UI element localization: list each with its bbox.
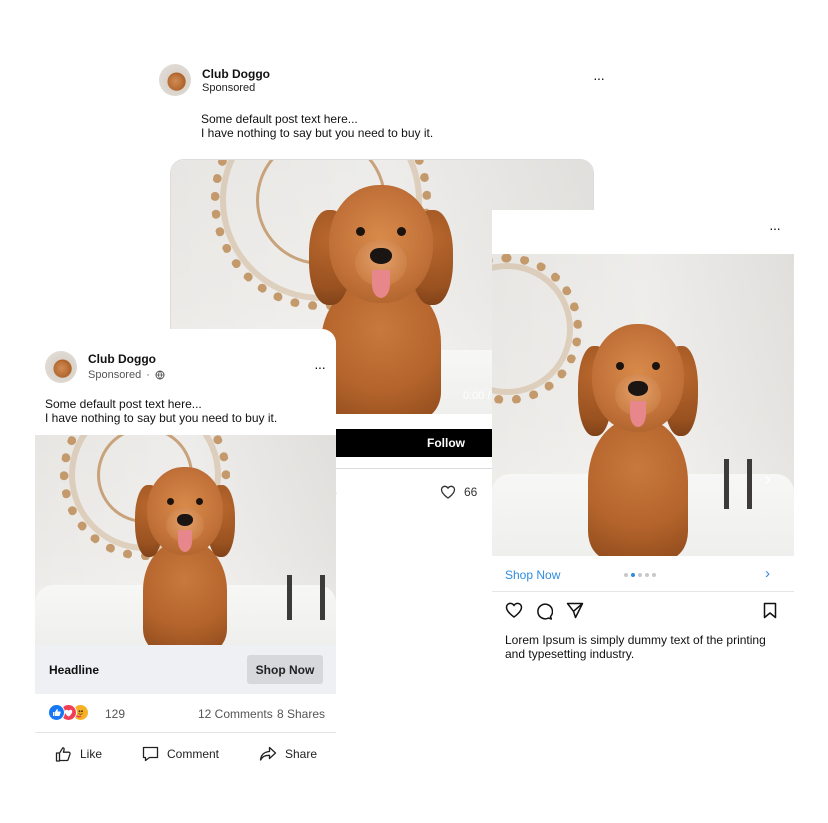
- carousel-dot: [645, 573, 649, 577]
- post-caption: Lorem Ipsum is simply dummy text of the …: [505, 633, 766, 661]
- share-arrow-icon: [259, 746, 277, 761]
- shop-now-link[interactable]: Shop Now: [505, 568, 560, 582]
- send-icon[interactable]: [566, 602, 584, 624]
- share-label: Share: [285, 747, 318, 761]
- share-button[interactable]: Share: [259, 746, 317, 762]
- carousel-dot-active: [631, 573, 635, 577]
- comment-button[interactable]: Comment: [142, 746, 219, 762]
- likes-count: 66: [464, 485, 478, 499]
- headline: Headline: [49, 663, 100, 677]
- sponsored-label: Sponsored: [202, 82, 256, 94]
- like-reaction-icon: [48, 704, 65, 721]
- more-options-icon[interactable]: ···: [769, 220, 781, 236]
- globe-icon: [155, 370, 165, 380]
- dog-image[interactable]: [35, 435, 336, 645]
- likes-stat[interactable]: 66: [440, 485, 477, 499]
- heart-icon[interactable]: [440, 485, 456, 499]
- more-options-icon[interactable]: ···: [314, 359, 326, 375]
- carousel-dot: [638, 573, 642, 577]
- post-actions: [505, 602, 785, 620]
- bookmark-icon[interactable]: [763, 602, 777, 624]
- sponsored-label: Sponsored: [88, 369, 142, 381]
- chevron-right-icon[interactable]: ›: [765, 565, 770, 582]
- account-avatar[interactable]: [159, 64, 191, 96]
- cta-bar: Headline Shop Now: [35, 645, 336, 694]
- heart-icon[interactable]: [505, 602, 523, 623]
- comment-icon[interactable]: [535, 602, 554, 625]
- feed-post-card: Club Doggo Sponsored · ··· Some default …: [35, 329, 336, 774]
- comment-icon: [142, 746, 159, 762]
- dog-carousel-image[interactable]: ›: [492, 254, 794, 556]
- carousel-indicator: [624, 573, 656, 577]
- next-image-icon[interactable]: ›: [765, 469, 771, 490]
- post-text: Some default post text here... I have no…: [45, 397, 278, 425]
- account-name[interactable]: Club Doggo: [202, 67, 270, 81]
- reaction-count: 129: [105, 707, 126, 721]
- divider: [35, 732, 336, 733]
- separator-dot: ·: [146, 369, 150, 381]
- like-label: Like: [80, 747, 103, 761]
- carousel-dot: [624, 573, 628, 577]
- carousel-dot: [652, 573, 656, 577]
- comment-label: Comment: [167, 747, 220, 761]
- comments-count[interactable]: 12 Comments: [198, 707, 273, 721]
- shop-now-row[interactable]: Shop Now ›: [492, 556, 794, 592]
- more-options-icon[interactable]: ···: [593, 70, 605, 86]
- carousel-post-card: ··· › Shop Now › Lorem Ipsum is simply d…: [492, 210, 794, 670]
- like-button[interactable]: Like: [55, 746, 102, 762]
- shop-now-button[interactable]: Shop Now: [247, 655, 323, 684]
- sponsored-meta: Sponsored ·: [88, 369, 165, 381]
- thumbs-up-icon: [55, 747, 71, 762]
- account-name[interactable]: Club Doggo: [88, 352, 156, 366]
- shares-count[interactable]: 8 Shares: [277, 707, 325, 721]
- account-avatar[interactable]: [45, 351, 77, 383]
- post-text: Some default post text here... I have no…: [201, 112, 434, 140]
- reaction-icons[interactable]: [48, 704, 89, 721]
